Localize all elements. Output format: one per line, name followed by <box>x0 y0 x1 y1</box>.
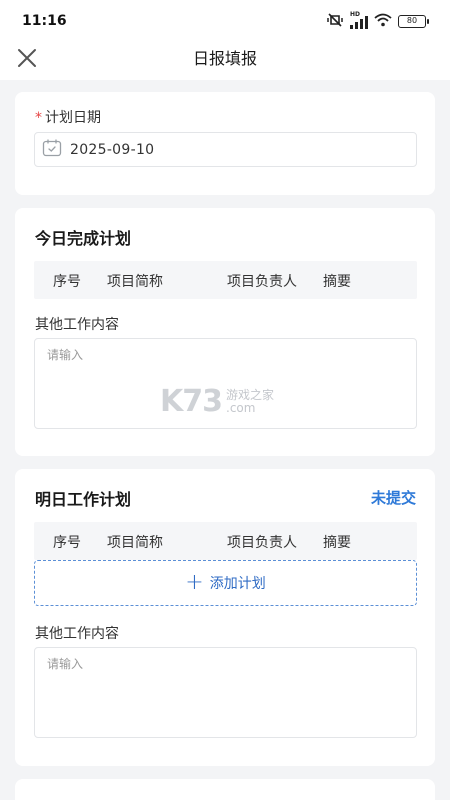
watermark-logo: K73 游戏之家 .com <box>160 384 274 419</box>
wifi-icon <box>374 12 392 31</box>
column-project-owner: 项目负责人 <box>227 535 297 551</box>
date-label: * 计划日期 <box>35 107 101 127</box>
calendar-icon <box>42 138 62 161</box>
tomorrow-plan-card: 明日工作计划 未提交 序号 项目简称 项目负责人 摘要 + 添加计划 其他工作内… <box>15 469 435 766</box>
today-plan-title: 今日完成计划 <box>35 229 132 248</box>
column-summary: 摘要 <box>323 274 351 290</box>
required-mark: * <box>35 110 42 126</box>
tomorrow-plan-title: 明日工作计划 <box>35 490 132 509</box>
submit-status[interactable]: 未提交 <box>371 487 416 508</box>
date-value: 2025-09-10 <box>70 141 155 158</box>
status-bar: 11:16 HD 80 <box>0 0 450 40</box>
next-section-card <box>15 779 435 800</box>
tomorrow-other-input[interactable]: 请输入 <box>34 647 417 738</box>
today-table-header: 序号 项目简称 项目负责人 摘要 <box>34 261 417 299</box>
page-title: 日报填报 <box>192 49 257 68</box>
column-project-name: 项目简称 <box>107 274 163 290</box>
network-type-label: HD <box>350 10 361 18</box>
today-other-label: 其他工作内容 <box>35 317 119 333</box>
status-icons: HD 80 <box>326 11 429 31</box>
watermark-line1: 游戏之家 <box>226 387 275 402</box>
column-index: 序号 <box>53 274 81 290</box>
cellular-signal-icon: HD <box>350 11 368 29</box>
status-time: 11:16 <box>22 13 67 29</box>
nav-bar: 日报填报 <box>0 40 450 80</box>
column-project-name: 项目简称 <box>107 535 163 551</box>
date-label-text: 计划日期 <box>45 110 101 126</box>
battery-icon: 80 <box>398 15 429 28</box>
column-summary: 摘要 <box>323 535 351 551</box>
column-project-owner: 项目负责人 <box>227 274 297 290</box>
today-other-placeholder: 请输入 <box>47 348 84 362</box>
date-picker-field[interactable]: 2025-09-10 <box>34 132 417 167</box>
add-plan-button[interactable]: + 添加计划 <box>34 560 417 606</box>
tomorrow-other-label: 其他工作内容 <box>35 626 119 642</box>
tomorrow-table-header: 序号 项目简称 项目负责人 摘要 <box>34 522 417 560</box>
mute-vibrate-icon <box>326 12 344 31</box>
add-plan-label: 添加计划 <box>209 576 266 592</box>
watermark-brand: K73 <box>160 384 223 419</box>
plus-icon: + <box>185 570 204 595</box>
tomorrow-other-placeholder: 请输入 <box>47 657 84 671</box>
column-index: 序号 <box>53 535 81 551</box>
watermark-line2: .com <box>226 400 256 415</box>
date-card: * 计划日期 2025-09-10 <box>15 92 435 195</box>
